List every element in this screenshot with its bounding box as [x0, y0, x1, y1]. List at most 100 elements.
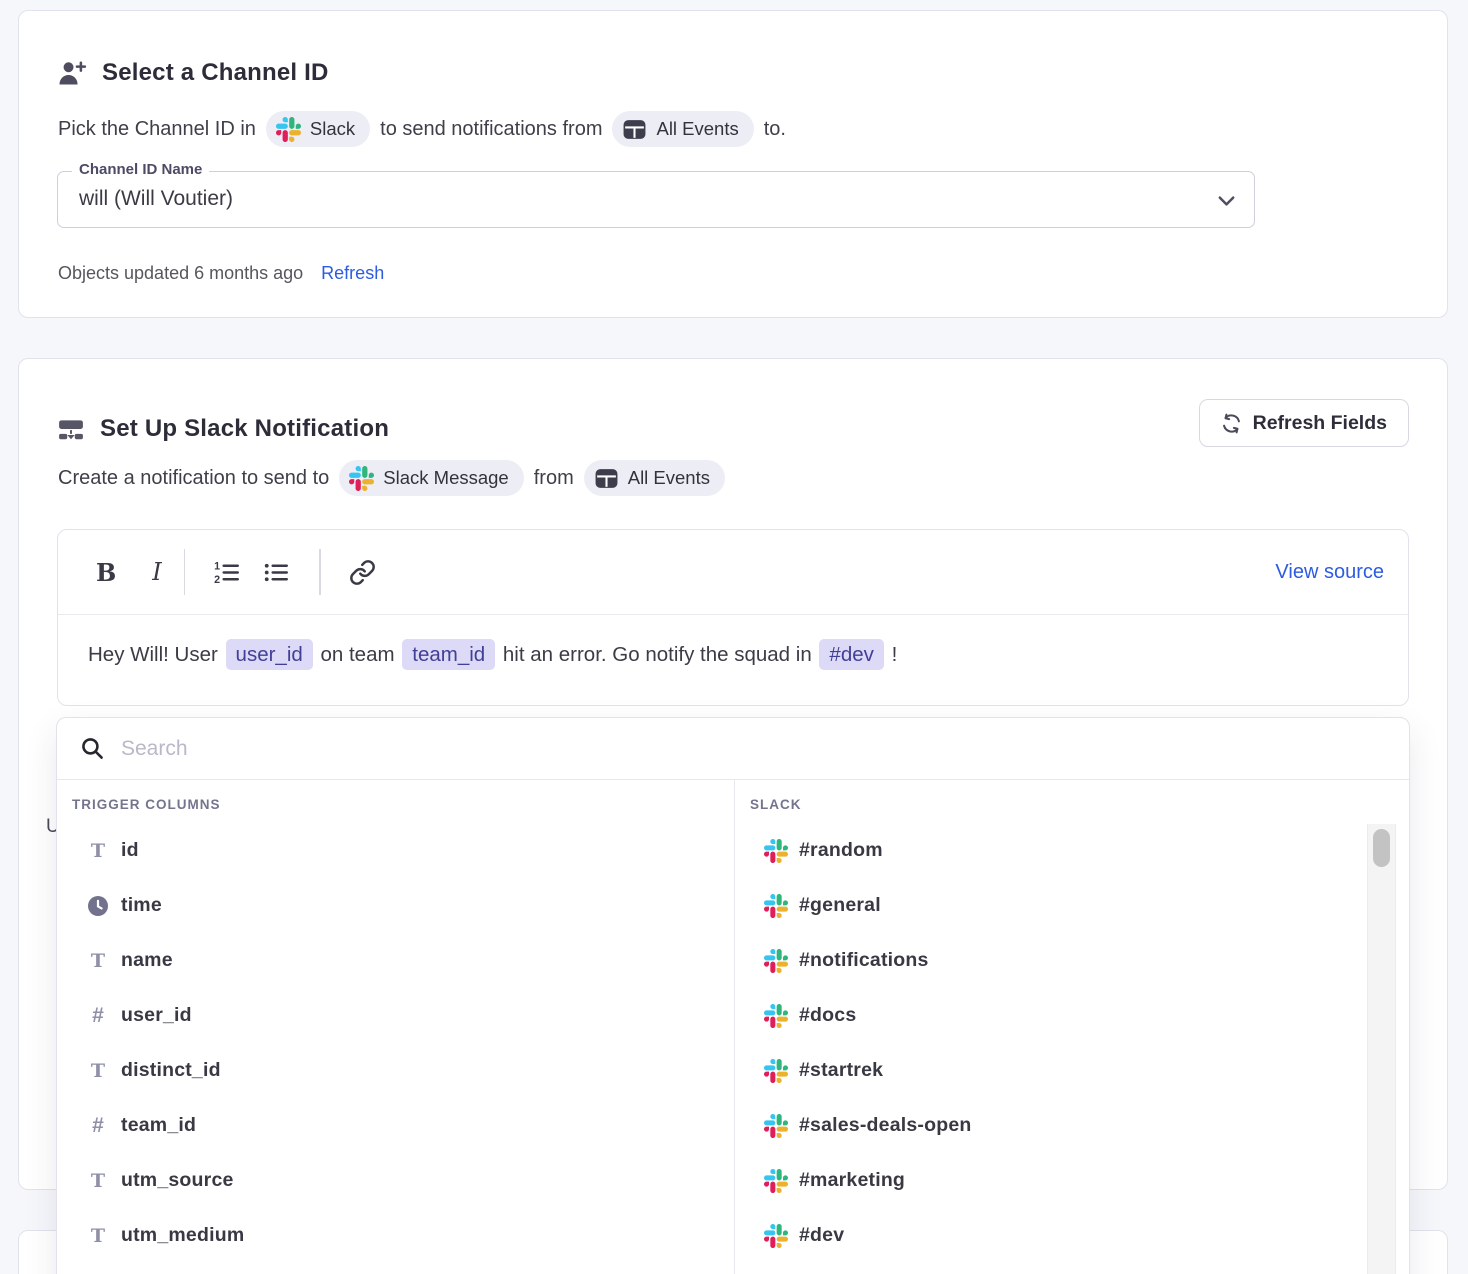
chip-label: All Events	[656, 118, 738, 140]
select-channel-card: Select a Channel ID Pick the Channel ID …	[18, 10, 1448, 318]
slack-icon	[763, 894, 789, 918]
table-icon	[594, 466, 619, 491]
list-item[interactable]: Tutm_source	[57, 1153, 734, 1208]
chevron-down-icon	[1215, 189, 1238, 217]
trigger-columns-list: TidtimeTname#user_idTdistinct_id#team_id…	[57, 823, 734, 1263]
slack-message-chip[interactable]: Slack Message	[339, 460, 523, 496]
sentence-text: to.	[764, 118, 786, 141]
list-item[interactable]: #general	[735, 878, 1409, 933]
list-item[interactable]: #notifications	[735, 933, 1409, 988]
slack-icon	[763, 949, 789, 973]
italic-icon[interactable]: I	[152, 558, 161, 586]
slack-icon	[763, 839, 789, 863]
list-item[interactable]: # user_id	[57, 988, 734, 1043]
search-icon	[80, 736, 105, 761]
list-item-label: #docs	[799, 1004, 856, 1027]
list-item[interactable]: #sales-deals-open	[735, 1098, 1409, 1153]
list-item-label: #startrek	[799, 1059, 883, 1082]
list-item[interactable]: #marketing	[735, 1153, 1409, 1208]
list-item-label: distinct_id	[121, 1059, 221, 1082]
text-type-icon: T	[85, 1170, 111, 1192]
channel-id-select[interactable]: Channel ID Name will (Will Voutier)	[57, 171, 1255, 228]
select-label: Channel ID Name	[72, 161, 209, 178]
button-label: Refresh Fields	[1253, 412, 1387, 435]
view-source-link[interactable]: View source	[1275, 561, 1384, 584]
slack-icon	[763, 1224, 789, 1248]
insert-row-icon	[57, 416, 85, 442]
merge-field-picker-panel: TRIGGER COLUMNS TidtimeTname#user_idTdis…	[56, 717, 1410, 1274]
search-input[interactable]	[121, 737, 1389, 761]
all-events-chip[interactable]: All Events	[612, 111, 753, 147]
merge-field-token[interactable]: user_id	[226, 639, 313, 670]
list-item[interactable]: #random	[735, 823, 1409, 878]
trigger-columns-section: TRIGGER COLUMNS TidtimeTname#user_idTdis…	[57, 780, 735, 1274]
list-item[interactable]: #startrek	[735, 1043, 1409, 1098]
user-plus-icon	[57, 59, 87, 87]
slack-connection-chip[interactable]: Slack	[266, 111, 370, 147]
slack-icon	[763, 1059, 789, 1083]
clock-icon	[85, 894, 111, 918]
slack-icon	[763, 1114, 789, 1138]
list-item[interactable]: #docs	[735, 988, 1409, 1043]
list-item-label: utm_medium	[121, 1224, 244, 1247]
refresh-fields-button[interactable]: Refresh Fields	[1199, 399, 1409, 447]
editor-toolbar: B I 1 2	[58, 530, 1408, 615]
refresh-link[interactable]: Refresh	[321, 263, 384, 284]
table-icon	[622, 117, 647, 142]
scrollbar-track[interactable]	[1367, 824, 1396, 1274]
card-header: Select a Channel ID	[57, 59, 329, 87]
link-icon[interactable]	[349, 559, 376, 586]
list-item-label: utm_source	[121, 1169, 234, 1192]
slack-channels-list: #random #general #notifications #docs #start…	[735, 823, 1409, 1263]
chip-label: Slack	[310, 118, 355, 140]
slack-icon	[276, 117, 301, 142]
message-content[interactable]: Hey Will! User user_id on team team_id h…	[58, 615, 1408, 696]
sentence-text: Pick the Channel ID in	[58, 118, 256, 141]
text-type-icon: T	[85, 1060, 111, 1082]
card-header: Set Up Slack Notification	[57, 415, 389, 443]
list-item[interactable]: Tid	[57, 823, 734, 878]
hash-icon: #	[85, 1114, 111, 1138]
text-type-icon: T	[85, 840, 111, 862]
scrollbar-thumb[interactable]	[1373, 829, 1390, 867]
message-editor: B I 1 2	[57, 529, 1409, 706]
sentence-text: Create a notification to send to	[58, 467, 329, 490]
list-item[interactable]: time	[57, 878, 734, 933]
list-item-label: #random	[799, 839, 883, 862]
list-item-label: id	[121, 839, 139, 862]
svg-text:1: 1	[214, 560, 220, 572]
column-group-header: SLACK	[735, 780, 1409, 823]
toolbar-divider	[319, 549, 321, 595]
merge-field-token[interactable]: team_id	[402, 639, 495, 670]
message-text: Hey Will! User	[88, 643, 224, 666]
merge-field-token[interactable]: #dev	[819, 639, 883, 670]
column-group-header: TRIGGER COLUMNS	[57, 780, 734, 823]
list-item[interactable]: Tname	[57, 933, 734, 988]
list-item-label: team_id	[121, 1114, 196, 1137]
toolbar-divider	[184, 549, 186, 595]
list-item-label: #notifications	[799, 949, 929, 972]
slack-icon	[763, 1004, 789, 1028]
message-text: hit an error. Go notify the squad in	[497, 643, 817, 666]
list-item[interactable]: Tdistinct_id	[57, 1043, 734, 1098]
list-item-label: user_id	[121, 1004, 192, 1027]
text-type-icon: T	[85, 950, 111, 972]
bold-icon[interactable]: B	[96, 558, 116, 587]
list-item[interactable]: # team_id	[57, 1098, 734, 1153]
picker-columns: TRIGGER COLUMNS TidtimeTname#user_idTdis…	[57, 780, 1409, 1274]
list-item-label: #dev	[799, 1224, 844, 1247]
bullet-list-icon[interactable]	[262, 559, 289, 586]
hash-icon: #	[85, 1004, 111, 1028]
select-value: will (Will Voutier)	[58, 172, 1254, 226]
svg-text:2: 2	[214, 574, 220, 586]
all-events-chip[interactable]: All Events	[584, 460, 725, 496]
list-item[interactable]: Tutm_medium	[57, 1208, 734, 1263]
description-sentence: Create a notification to send to Slack M…	[58, 460, 725, 496]
ordered-list-icon[interactable]: 1 2	[213, 559, 240, 586]
slack-section: SLACK #random #general #notifications #docs…	[735, 780, 1409, 1274]
search-bar	[57, 718, 1409, 780]
list-item-label: #sales-deals-open	[799, 1114, 971, 1137]
slack-icon	[763, 1169, 789, 1193]
list-item[interactable]: #dev	[735, 1208, 1409, 1263]
message-text: on team	[315, 643, 400, 666]
